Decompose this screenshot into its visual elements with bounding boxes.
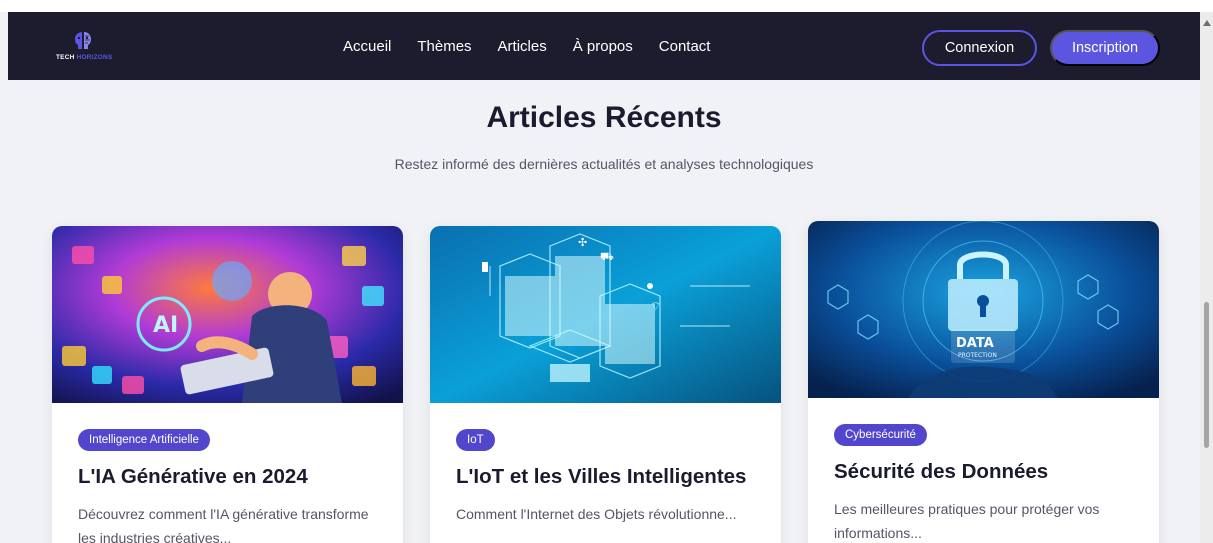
- article-image-security: DATA PROTECTION: [808, 221, 1159, 398]
- nav-link-articles[interactable]: Articles: [498, 38, 547, 55]
- scroll-thumb[interactable]: [1204, 302, 1209, 448]
- svg-text:⌔: ⌔: [650, 299, 661, 313]
- svg-text:✣: ✣: [578, 236, 587, 249]
- nav-links: Accueil Thèmes Articles À propos Contact: [343, 12, 736, 80]
- svg-text:AI: AI: [153, 313, 178, 338]
- article-body: Intelligence Artificielle L'IA Générativ…: [52, 403, 403, 543]
- category-badge[interactable]: IoT: [456, 429, 495, 451]
- article-description: Découvrez comment l'IA générative transf…: [78, 506, 369, 543]
- article-card-security[interactable]: DATA PROTECTION Cybersécurité Sécurité d…: [808, 221, 1159, 543]
- category-badge[interactable]: Intelligence Artificielle: [78, 429, 210, 451]
- logo-word-tech: TECH: [56, 54, 75, 61]
- article-title[interactable]: Sécurité des Données: [834, 459, 1133, 484]
- brain-logo-icon: [75, 32, 91, 49]
- browser-top-strip: [0, 0, 1213, 12]
- nav-link-contact[interactable]: Contact: [659, 38, 711, 55]
- data-text: DATA: [956, 336, 994, 351]
- login-button[interactable]: Connexion: [922, 30, 1037, 66]
- section-subtitle: Restez informé des dernières actualités …: [394, 156, 814, 172]
- article-image-ai: AI: [52, 226, 403, 403]
- logo[interactable]: TECH HORIZONS: [56, 30, 116, 64]
- svg-text:⛟: ⛟: [600, 250, 614, 263]
- logo-text: TECH HORIZONS: [56, 54, 112, 61]
- article-body: Cybersécurité Sécurité des Données Les m…: [808, 398, 1159, 543]
- article-title[interactable]: L'IA Générative en 2024: [78, 464, 377, 489]
- article-body: IoT L'IoT et les Villes Intelligentes Co…: [430, 403, 781, 526]
- article-image-iot: ✣ ⛟ ⌔: [430, 226, 781, 403]
- nav-link-a-propos[interactable]: À propos: [573, 38, 633, 55]
- scroll-up-icon[interactable]: [1203, 20, 1211, 26]
- navbar: TECH HORIZONS Accueil Thèmes Articles À …: [8, 12, 1200, 80]
- nav-link-themes[interactable]: Thèmes: [417, 38, 471, 55]
- section-title: Articles Récents: [486, 101, 722, 134]
- protection-text: PROTECTION: [958, 352, 997, 359]
- logo-word-horizons: HORIZONS: [76, 54, 113, 61]
- category-badge[interactable]: Cybersécurité: [834, 424, 927, 446]
- nav-link-accueil[interactable]: Accueil: [343, 38, 391, 55]
- page-scrollbar[interactable]: [1200, 12, 1213, 543]
- article-description: Les meilleures pratiques pour protéger v…: [834, 501, 1100, 541]
- signup-button[interactable]: Inscription: [1050, 30, 1160, 66]
- article-card-ai[interactable]: AI Intelligence Artificielle L'IA Généra…: [52, 226, 403, 543]
- article-card-iot[interactable]: ✣ ⛟ ⌔ IoT L'IoT et les Villes Intelligen…: [430, 226, 781, 543]
- article-title[interactable]: L'IoT et les Villes Intelligentes: [456, 464, 755, 489]
- article-description: Comment l'Internet des Objets révolution…: [456, 506, 737, 522]
